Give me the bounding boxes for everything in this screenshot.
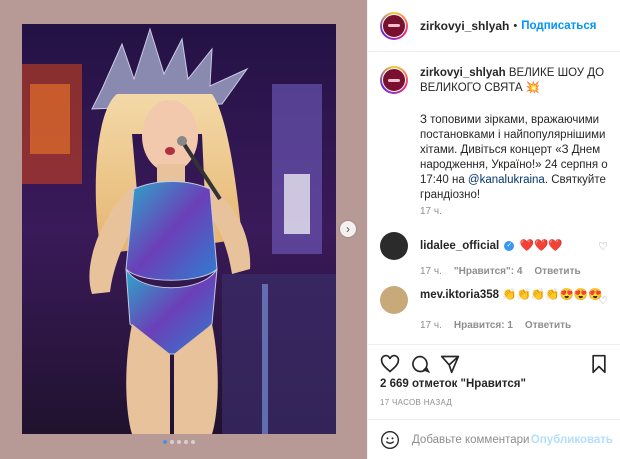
- comment-like-icon[interactable]: ♡: [598, 294, 608, 307]
- comment-time: 17 ч.: [420, 320, 442, 331]
- heart-icon[interactable]: [380, 354, 400, 374]
- avatar[interactable]: [380, 66, 408, 94]
- share-icon[interactable]: [440, 354, 460, 374]
- author-username[interactable]: zirkovyi_shlyah: [420, 19, 509, 33]
- commenter-name[interactable]: lidalee_official: [420, 240, 499, 252]
- performer-image: [22, 24, 336, 434]
- commenter-name[interactable]: mev.iktoria358: [420, 289, 499, 301]
- verified-icon: ✓: [504, 240, 515, 251]
- carousel-dot: [177, 440, 181, 444]
- carousel-dot: [163, 440, 167, 444]
- post-header: zirkovyi_shlyah • Подписаться: [368, 0, 620, 52]
- reply-button[interactable]: Ответить: [534, 266, 580, 277]
- emoji-icon[interactable]: [380, 430, 400, 450]
- likes-count[interactable]: 2 669 отметок "Нравится": [380, 378, 526, 390]
- commenter-avatar[interactable]: [380, 286, 408, 314]
- carousel-dot: [191, 440, 195, 444]
- separator-dot: •: [513, 19, 518, 32]
- media-panel: ›: [0, 0, 367, 459]
- comment-likes[interactable]: Нравится: 1: [454, 320, 513, 331]
- comment-time: 17 ч.: [420, 266, 442, 277]
- avatar[interactable]: [380, 11, 408, 40]
- caption-time: 17 ч.: [420, 206, 442, 217]
- mention-link[interactable]: @kanalukraina: [468, 174, 545, 186]
- carousel-dot: [184, 440, 188, 444]
- carousel-next-button[interactable]: ›: [340, 221, 356, 237]
- carousel-dots: [163, 440, 195, 444]
- comment-item: lidalee_official ✓ ❤️❤️❤️ ♡ 17 ч. "Нрави…: [380, 232, 616, 277]
- comment-likes[interactable]: "Нравится": 4: [454, 266, 523, 277]
- comment-input[interactable]: [410, 432, 531, 447]
- chevron-right-icon: ›: [346, 222, 350, 236]
- action-bar: [368, 344, 620, 375]
- bookmark-icon[interactable]: [589, 353, 609, 375]
- post-photo[interactable]: [22, 24, 336, 434]
- caption-body: З топовими зірками, вражаючими постановк…: [420, 113, 616, 203]
- caption: zirkovyi_shlyah ВЕЛИКЕ ШОУ ДО ВЕЛИКОГО С…: [380, 66, 616, 96]
- comment-icon[interactable]: [410, 354, 430, 374]
- commenter-avatar[interactable]: [380, 232, 408, 260]
- post-time: 17 ЧАСОВ НАЗАД: [380, 398, 453, 407]
- reply-button[interactable]: Ответить: [525, 320, 571, 331]
- comment-like-icon[interactable]: ♡: [598, 240, 608, 253]
- comment-form: Опубликовать: [368, 419, 620, 459]
- caption-username[interactable]: zirkovyi_shlyah: [420, 67, 506, 79]
- comment-item: mev.iktoria358 👏👏👏👏😍😍😍 ♡ 17 ч. Нравится:…: [380, 286, 616, 331]
- carousel-dot: [170, 440, 174, 444]
- comment-text: 👏👏👏👏😍😍😍: [502, 289, 603, 301]
- follow-button[interactable]: Подписаться: [521, 20, 596, 32]
- comment-text: ❤️❤️❤️: [519, 240, 563, 252]
- publish-button[interactable]: Опубликовать: [531, 434, 613, 446]
- post-details-panel: zirkovyi_shlyah • Подписаться zirkovyi_s…: [367, 0, 620, 459]
